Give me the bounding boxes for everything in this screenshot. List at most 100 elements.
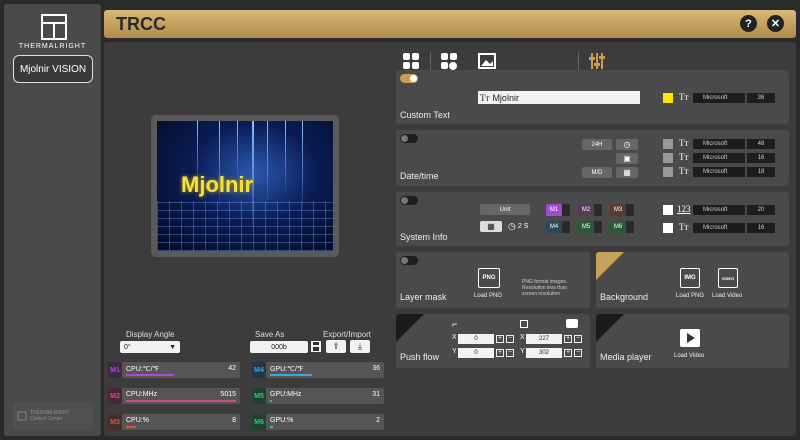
- font-icon[interactable]: Tт: [679, 222, 688, 232]
- m4-tag[interactable]: M4: [546, 221, 562, 233]
- video-file-icon[interactable]: VIDEO: [718, 268, 738, 288]
- datetime-color-swatch[interactable]: [663, 139, 673, 149]
- system-info-size[interactable]: 16: [747, 223, 775, 233]
- sensor-value: 5015: [220, 391, 236, 398]
- y1-input[interactable]: 0: [458, 348, 494, 358]
- tab-cloud-themes[interactable]: [440, 52, 458, 70]
- datetime-size[interactable]: 48: [747, 139, 775, 149]
- system-info-font[interactable]: Microsoft: [693, 205, 745, 215]
- x1-input[interactable]: 0: [458, 334, 494, 344]
- datetime-font[interactable]: Microsoft: [693, 153, 745, 163]
- export-icon: ⇪: [332, 341, 340, 351]
- push-flow-corner-indicator: [396, 314, 424, 342]
- header-bar: TRCC ? ✕: [104, 10, 796, 38]
- m6-tag[interactable]: M6: [610, 221, 626, 233]
- plus-icon[interactable]: +: [496, 335, 504, 343]
- clock-icon[interactable]: ◷: [616, 139, 638, 150]
- media-load-video[interactable]: Load Video: [674, 353, 704, 359]
- layer-mask-toggle[interactable]: [400, 256, 418, 265]
- checkbox[interactable]: [520, 320, 528, 328]
- img-file-icon[interactable]: IMG: [680, 268, 700, 288]
- datetime-toggle[interactable]: [400, 134, 418, 143]
- system-info-font[interactable]: Microsoft: [693, 223, 745, 233]
- m1-tag[interactable]: M1: [546, 204, 562, 216]
- plus-icon[interactable]: +: [564, 349, 572, 357]
- sensor-m5[interactable]: M5 GPU:MHz 31: [252, 388, 384, 404]
- custom-text-color-swatch[interactable]: [663, 93, 673, 103]
- unit-button[interactable]: Unit: [480, 204, 530, 215]
- export-button[interactable]: ⇪: [326, 340, 346, 353]
- minus-icon[interactable]: −: [506, 349, 514, 357]
- system-info-toggle[interactable]: [400, 196, 418, 205]
- light-ray: [285, 121, 286, 196]
- y2-input[interactable]: 302: [526, 348, 562, 358]
- datetime-size[interactable]: 18: [747, 167, 775, 177]
- system-info-size[interactable]: 20: [747, 205, 775, 215]
- background-load-video[interactable]: Load Video: [712, 293, 742, 299]
- datetime-size[interactable]: 16: [747, 153, 775, 163]
- m1-value: [562, 204, 570, 216]
- close-button[interactable]: ✕: [767, 15, 784, 32]
- system-info-color-swatch[interactable]: [663, 205, 673, 215]
- sensor-m2[interactable]: M2 CPU:MHz 5015: [108, 388, 240, 404]
- font-icon[interactable]: Tт: [679, 166, 688, 176]
- play-video-icon[interactable]: [680, 329, 700, 347]
- custom-text-toggle[interactable]: [400, 74, 418, 83]
- font-icon[interactable]: Tт: [679, 92, 688, 102]
- x2-input[interactable]: 227: [526, 334, 562, 344]
- minus-icon[interactable]: −: [574, 349, 582, 357]
- help-button[interactable]: ?: [740, 15, 757, 32]
- custom-text-title: Custom Text: [400, 110, 450, 120]
- number-format-icon[interactable]: 123: [677, 204, 691, 214]
- tab-themes[interactable]: [402, 52, 420, 70]
- preview-image[interactable]: Mjolnir: [157, 121, 333, 251]
- png-file-icon[interactable]: PNG: [478, 268, 500, 288]
- datetime-color-swatch[interactable]: [663, 153, 673, 163]
- camera-icon[interactable]: [566, 319, 578, 328]
- plus-icon[interactable]: +: [564, 335, 572, 343]
- datetime-color-swatch[interactable]: [663, 167, 673, 177]
- tab-image[interactable]: [478, 52, 496, 70]
- m3-tag[interactable]: M3: [610, 204, 626, 216]
- tab-divider: [578, 52, 579, 70]
- sensor-m4[interactable]: M4 GPU:℃/℉ 36: [252, 362, 384, 378]
- m3-value: [626, 204, 634, 216]
- device-button[interactable]: Mjolnir VISION: [13, 55, 93, 83]
- import-button[interactable]: ⤓: [350, 340, 370, 353]
- custom-text-input[interactable]: Tт Mjolnir: [478, 91, 640, 104]
- custom-text-size[interactable]: 36: [747, 93, 775, 103]
- system-info-color-swatch[interactable]: [663, 223, 673, 233]
- minus-icon[interactable]: −: [506, 335, 514, 343]
- sensor-value: 8: [232, 417, 236, 424]
- save-as-input[interactable]: 000b: [250, 341, 308, 353]
- main-area: Mjolnir Display Angle 0° ▼ Save As 000b …: [104, 42, 796, 436]
- background-load-png[interactable]: Load PNG: [676, 293, 704, 299]
- datetime-font[interactable]: Microsoft: [693, 167, 745, 177]
- sensor-m1[interactable]: M1 CPU:℃/℉ 42: [108, 362, 240, 378]
- save-icon[interactable]: [310, 340, 322, 353]
- tab-settings[interactable]: [588, 52, 606, 70]
- layer-mask-load-png[interactable]: Load PNG: [474, 293, 502, 299]
- m2-tag[interactable]: M2: [578, 204, 594, 216]
- sensor-m3[interactable]: M3 CPU:% 8: [108, 414, 240, 430]
- font-icon[interactable]: Tт: [679, 152, 688, 162]
- sensor-m6[interactable]: M6 GPU:% 2: [252, 414, 384, 430]
- sensor-value: 42: [228, 365, 236, 372]
- layout-icon[interactable]: ▦: [480, 221, 502, 232]
- calendar-question-icon[interactable]: ▣: [616, 153, 638, 164]
- minus-icon[interactable]: −: [574, 335, 582, 343]
- md-button[interactable]: M/D: [582, 167, 612, 178]
- media-player-corner-indicator: [596, 314, 624, 342]
- sensor-code: M4: [252, 362, 266, 378]
- interval-control[interactable]: ◷ 2 S: [508, 221, 528, 232]
- grid-icon: [403, 53, 419, 69]
- m5-tag[interactable]: M5: [578, 221, 594, 233]
- plus-icon[interactable]: +: [496, 349, 504, 357]
- datetime-title: Date/time: [400, 171, 439, 181]
- custom-text-font[interactable]: Microsoft: [693, 93, 745, 103]
- display-angle-select[interactable]: 0° ▼: [120, 341, 180, 353]
- calendar-icon[interactable]: ▦: [616, 167, 638, 178]
- datetime-font[interactable]: Microsoft: [693, 139, 745, 149]
- font-icon[interactable]: Tт: [679, 138, 688, 148]
- 24h-button[interactable]: 24H: [582, 139, 612, 150]
